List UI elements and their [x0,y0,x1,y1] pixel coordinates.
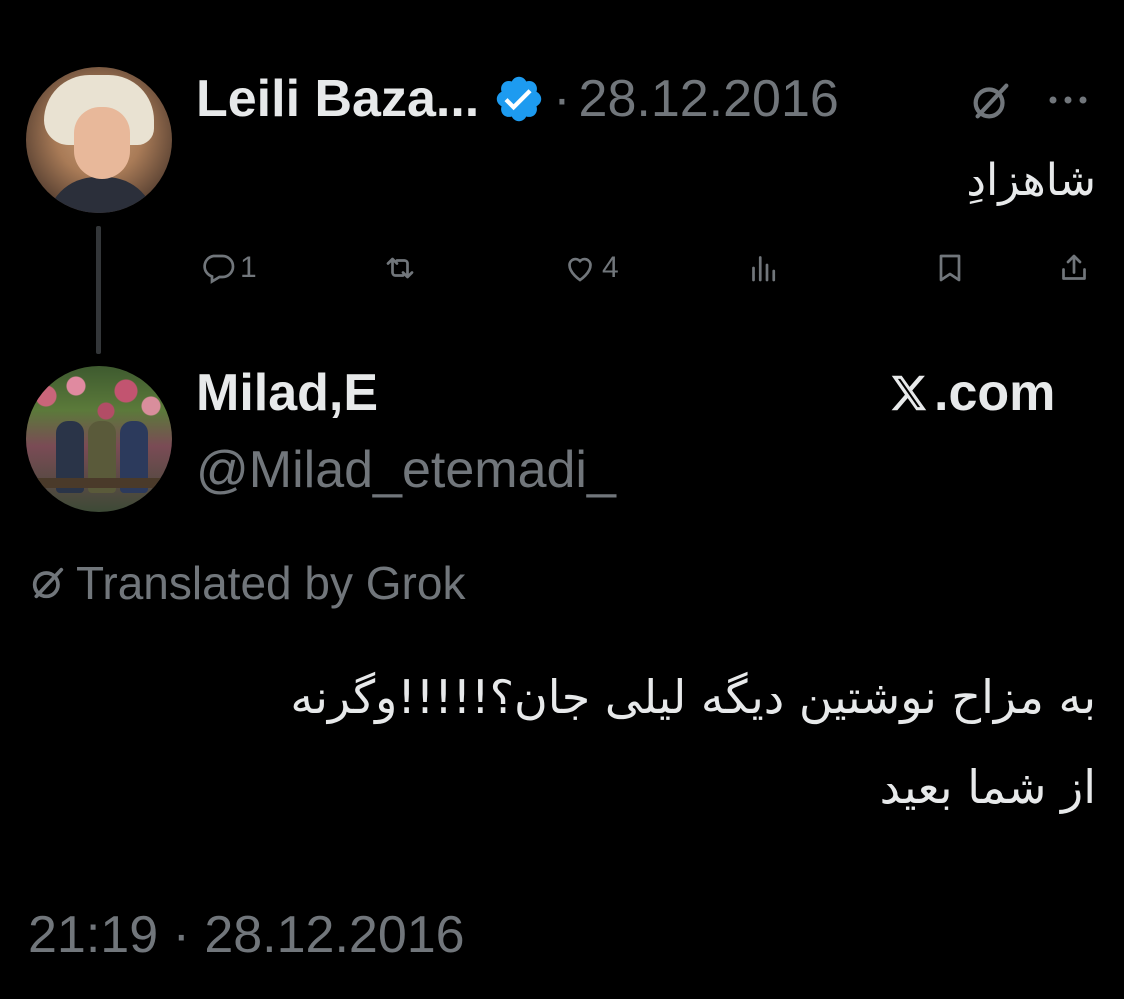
main-handle[interactable]: @Milad_etemadi_ [196,440,616,500]
x-logo-icon [891,375,927,411]
repost-icon [386,257,414,279]
parent-avatar[interactable] [26,67,172,213]
reply-count: 1 [240,251,257,284]
like-button[interactable]: 4 [562,250,619,286]
reply-icon [203,254,235,284]
avatar-face [74,107,130,179]
avatar-body [46,177,156,213]
reply-button[interactable]: 1 [200,250,257,286]
translated-by-grok[interactable]: Translated by Grok [28,556,465,610]
avatar-flowers [26,366,172,426]
thread-line [96,226,101,354]
like-count: 4 [602,251,619,284]
tweet-screenshot: Leili Baza... · 28.12.2016 شاهزادِ 1 4 M… [0,0,1124,999]
brand-domain: .com [934,364,1056,422]
main-tweet-text-line: به مزاح نوشتین دیگه لیلی جان؟!!!!!وگرنه [290,670,1096,724]
bookmark-button[interactable] [932,250,968,286]
parent-date[interactable]: 28.12.2016 [579,69,839,129]
main-avatar[interactable] [26,366,172,512]
header-separator-dot: · [553,70,571,128]
grok-icon [32,567,64,599]
main-timestamp[interactable]: 21:19 · 28.12.2016 [28,905,465,965]
views-button[interactable] [746,250,786,286]
parent-header: Leili Baza... · 28.12.2016 [196,66,839,132]
parent-display-name[interactable]: Leili Baza... [196,69,479,129]
avatar-bench [36,478,162,488]
parent-action-bar: 1 4 [196,250,1096,300]
views-icon [752,256,776,282]
repost-button[interactable] [382,250,422,286]
more-icon[interactable] [1046,80,1090,120]
share-icon [1062,254,1086,280]
main-tweet-text: به مزاح نوشتین دیگه لیلی جان؟!!!!!وگرنه … [36,652,1096,832]
main-display-name[interactable]: Milad,E [196,363,378,423]
x-brand-watermark: .com [886,363,1055,423]
parent-tweet-text: شاهزادِ [966,155,1096,206]
share-button[interactable] [1056,250,1092,286]
translated-label: Translated by Grok [76,557,466,609]
main-tweet-text-line: از شما بعید [879,760,1096,814]
grok-icon[interactable] [968,78,1014,124]
verified-badge-icon [493,73,545,125]
like-icon [568,257,592,282]
bookmark-icon [939,254,961,282]
